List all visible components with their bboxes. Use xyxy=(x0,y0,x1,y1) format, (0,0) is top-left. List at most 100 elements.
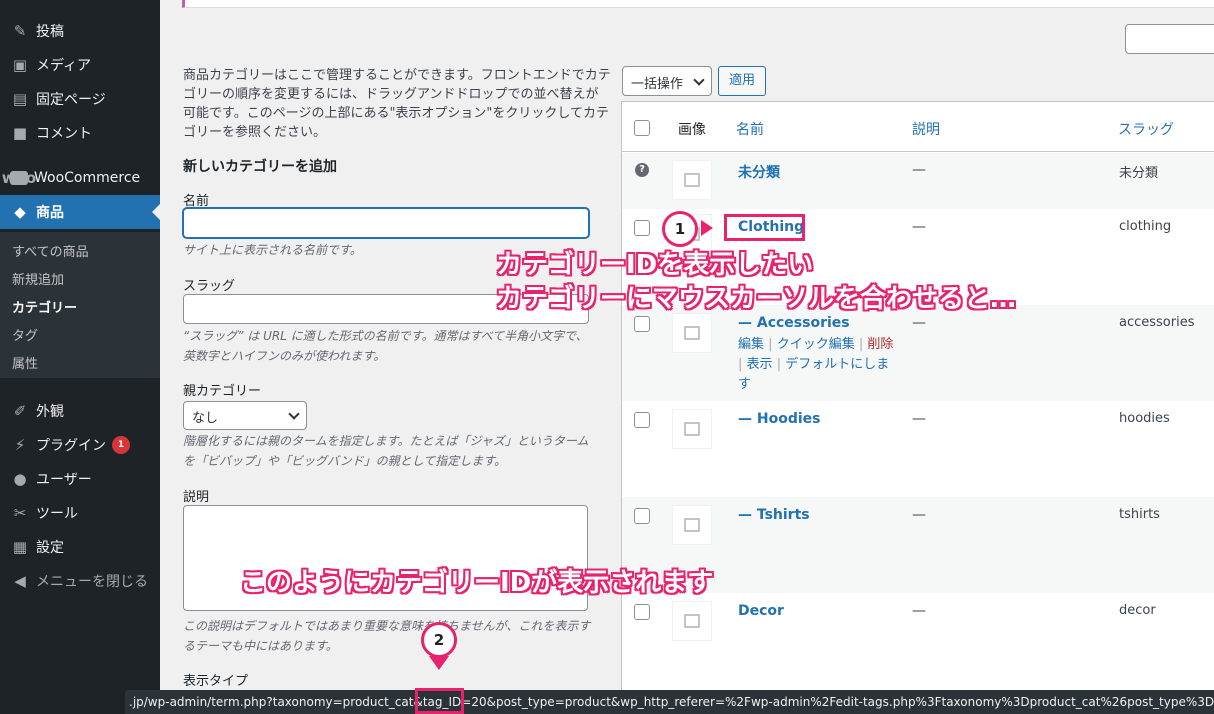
bulk-action-select[interactable]: 一括操作 xyxy=(622,66,712,96)
pin-pointer-icon xyxy=(429,656,449,670)
category-description: — xyxy=(912,411,926,427)
admin-sidebar: ✎ 投稿 ▣ メディア ▤ 固定ページ ■ コメント woo WooCommerce ◆ 商… xyxy=(0,0,160,714)
image-placeholder-icon xyxy=(672,601,712,641)
table-row: ? 未分類 — 未分類 xyxy=(622,153,1214,209)
slug-help: “スラッグ” は URL に適した形式の名前です。通常はすべて半角小文字で、英数… xyxy=(183,329,588,363)
submenu-attributes[interactable]: 属性 xyxy=(12,353,38,372)
step-marker-2: 2 xyxy=(421,622,457,658)
edit-link[interactable]: 編集 xyxy=(738,337,764,352)
category-slug: accessories xyxy=(1119,315,1195,330)
category-name-link[interactable]: — Accessories xyxy=(738,315,850,331)
chevron-down-icon xyxy=(288,408,300,420)
category-slug: 未分類 xyxy=(1119,166,1159,181)
make-default-link-wrap[interactable]: す xyxy=(738,377,751,392)
woocommerce-icon: woo xyxy=(1,169,37,187)
category-description: — xyxy=(912,219,926,235)
separator: | xyxy=(776,357,782,372)
wrench-icon: ✂ xyxy=(13,504,27,522)
caption-1-line-2: カテゴリーにマウスカーソルを合わせると… xyxy=(496,284,1017,314)
menu-posts[interactable]: ✎ 投稿 xyxy=(0,14,160,48)
plug-icon: ⚡ xyxy=(14,436,26,454)
table-row: — Hoodies — hoodies xyxy=(622,401,1214,497)
menu-appearance[interactable]: ✐ 外観 xyxy=(0,394,160,428)
menu-label: 商品 xyxy=(36,205,64,221)
table-row: Decor — decor xyxy=(622,593,1214,689)
arrow-right-icon xyxy=(701,220,713,236)
intro-text: 商品カテゴリーはここで管理することができます。フロントエンドでカテゴリーの順序を… xyxy=(183,68,611,140)
image-placeholder-icon xyxy=(672,409,712,449)
row-checkbox[interactable] xyxy=(634,220,650,236)
view-link[interactable]: 表示 xyxy=(747,357,773,372)
category-name-link[interactable]: — Tshirts xyxy=(738,507,810,523)
menu-users[interactable]: ● ユーザー xyxy=(0,462,160,496)
chevron-down-icon xyxy=(693,74,705,86)
media-icon: ▣ xyxy=(12,56,28,74)
parent-select[interactable]: なし xyxy=(183,401,307,430)
submenu-add-new[interactable]: 新規追加 xyxy=(12,269,64,288)
category-slug: hoodies xyxy=(1119,411,1170,426)
quick-edit-link[interactable]: クイック編集 xyxy=(777,337,855,352)
menu-woocommerce[interactable]: woo WooCommerce xyxy=(0,161,160,195)
menu-label: 投稿 xyxy=(36,24,64,40)
category-name-link[interactable]: Decor xyxy=(738,603,784,619)
search-input[interactable] xyxy=(1125,24,1214,54)
submenu-tags[interactable]: タグ xyxy=(12,325,38,344)
menu-media[interactable]: ▣ メディア xyxy=(0,48,160,82)
delete-link[interactable]: 削除 xyxy=(867,337,893,352)
category-name-link[interactable]: 未分類 xyxy=(738,162,780,182)
category-slug: clothing xyxy=(1119,219,1172,234)
category-name-link[interactable]: — Hoodies xyxy=(738,411,820,427)
menu-label: 固定ページ xyxy=(36,92,106,108)
top-notice-edge xyxy=(182,0,1214,8)
link-status-bar: .jp/wp-admin/term.php?taxonomy=product_c… xyxy=(125,690,1214,714)
category-description: — xyxy=(912,507,926,523)
menu-comments[interactable]: ■ コメント xyxy=(0,116,160,150)
category-description: — xyxy=(912,603,926,619)
category-slug: decor xyxy=(1119,603,1156,618)
menu-collapse[interactable]: ◀ メニューを閉じる xyxy=(0,564,160,598)
select-all-checkbox[interactable] xyxy=(634,120,650,136)
column-description[interactable]: 説明 xyxy=(912,119,940,139)
name-input[interactable] xyxy=(183,208,589,238)
row-checkbox[interactable] xyxy=(634,604,650,620)
collapse-icon: ◀ xyxy=(14,572,26,590)
submenu-categories[interactable]: カテゴリー xyxy=(12,297,77,316)
box-icon: ◆ xyxy=(14,203,26,221)
column-slug[interactable]: スラッグ xyxy=(1118,119,1174,139)
menu-tools[interactable]: ✂ ツール xyxy=(0,496,160,530)
paintbrush-icon: ✐ xyxy=(13,402,27,420)
parent-help: 階層化するには親のタームを指定します。たとえば「ジャズ」というタームを「ビバップ… xyxy=(183,434,589,468)
row-checkbox[interactable] xyxy=(634,508,650,524)
menu-label: ツール xyxy=(36,506,78,522)
row-checkbox[interactable] xyxy=(634,412,650,428)
menu-pages[interactable]: ▤ 固定ページ xyxy=(0,82,160,116)
menu-label: ユーザー xyxy=(36,472,92,488)
add-category-heading: 新しいカテゴリーを追加 xyxy=(183,159,337,175)
menu-settings[interactable]: ▦ 設定 xyxy=(0,530,160,564)
separator: | xyxy=(768,337,773,352)
column-name[interactable]: 名前 xyxy=(736,119,764,139)
menu-products[interactable]: ◆ 商品 xyxy=(0,195,160,229)
pushpin-icon: ✎ xyxy=(13,22,27,40)
menu-label: メディア xyxy=(36,58,92,74)
clothing-highlight-box xyxy=(724,214,805,241)
menu-plugins[interactable]: ⚡ プラグイン 1 xyxy=(0,428,160,462)
separator: | xyxy=(858,337,864,352)
description-label: 説明 xyxy=(183,490,210,505)
step-marker-1: 1 xyxy=(662,211,698,247)
parent-label: 親カテゴリー xyxy=(183,384,262,399)
display-type-label: 表示タイプ xyxy=(183,674,249,689)
image-placeholder-icon xyxy=(672,313,712,353)
tag-id-highlight-box xyxy=(415,688,464,714)
products-submenu: すべての商品 新規追加 カテゴリー タグ 属性 xyxy=(0,232,160,378)
category-description: — xyxy=(912,162,926,178)
menu-label: 設定 xyxy=(36,540,64,556)
caption-2: このようにカテゴリーIDが表示されます xyxy=(240,568,714,598)
image-placeholder-icon xyxy=(672,505,712,545)
apply-button[interactable]: 適用 xyxy=(718,66,766,96)
bulk-action-value: 一括操作 xyxy=(631,77,684,92)
submenu-all-products[interactable]: すべての商品 xyxy=(12,241,89,260)
row-checkbox[interactable] xyxy=(634,316,650,332)
make-default-link[interactable]: デフォルトにしま xyxy=(785,357,889,372)
question-icon[interactable]: ? xyxy=(635,163,649,177)
